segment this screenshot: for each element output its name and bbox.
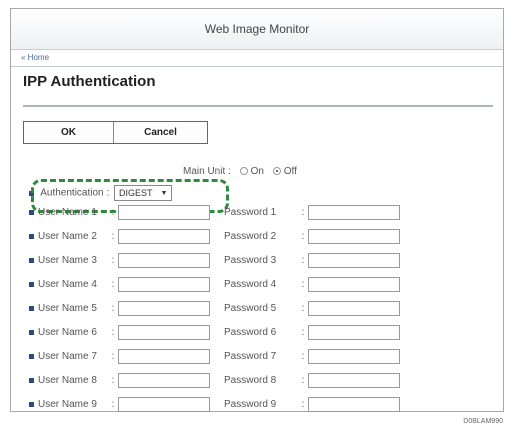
divider	[11, 66, 503, 67]
user-row: User Name 2: Password 2:	[29, 229, 400, 244]
cancel-button[interactable]: Cancel	[114, 122, 207, 143]
user-row: User Name 7: Password 7:	[29, 349, 400, 364]
user-name-input[interactable]	[118, 301, 210, 316]
user-name-label: User Name 3	[38, 255, 97, 267]
colon: :	[111, 207, 115, 219]
user-name-input[interactable]	[118, 205, 210, 220]
password-input[interactable]	[308, 229, 400, 244]
colon: :	[111, 327, 115, 339]
colon: :	[111, 351, 115, 363]
bullet-icon	[29, 234, 34, 239]
password-input[interactable]	[308, 205, 400, 220]
colon: :	[111, 399, 115, 411]
bullet-icon	[29, 210, 34, 215]
colon: :	[301, 279, 305, 291]
window-title: Web Image Monitor	[11, 9, 503, 50]
user-name-label: User Name 5	[38, 303, 97, 315]
bullet-icon	[29, 402, 34, 407]
password-label: Password 7	[224, 351, 277, 363]
bullet-icon	[29, 354, 34, 359]
bullet-icon	[29, 258, 34, 263]
user-row: User Name 9: Password 9:	[29, 397, 400, 412]
password-input[interactable]	[308, 325, 400, 340]
user-name-label: User Name 1	[38, 207, 97, 219]
colon: :	[301, 231, 305, 243]
password-input[interactable]	[308, 397, 400, 412]
colon: :	[301, 375, 305, 387]
ok-button[interactable]: OK	[24, 122, 114, 143]
password-label: Password 2	[224, 231, 277, 243]
password-input[interactable]	[308, 301, 400, 316]
colon: :	[301, 351, 305, 363]
user-name-input[interactable]	[118, 325, 210, 340]
radio-on[interactable]	[239, 167, 248, 176]
colon: :	[111, 255, 115, 267]
user-name-label: User Name 9	[38, 399, 97, 411]
bullet-icon	[29, 378, 34, 383]
radio-off[interactable]	[272, 167, 281, 176]
colon: :	[111, 279, 115, 291]
user-name-input[interactable]	[118, 277, 210, 292]
password-label: Password 5	[224, 303, 277, 315]
radio-on-label: On	[250, 166, 264, 177]
user-name-input[interactable]	[118, 397, 210, 412]
colon: :	[111, 303, 115, 315]
browser-frame: Web Image Monitor « Home IPP Authenticat…	[10, 8, 504, 412]
colon: :	[301, 255, 305, 267]
radio-off-label: Off	[283, 166, 297, 177]
user-name-input[interactable]	[118, 373, 210, 388]
user-row: User Name 5: Password 5:	[29, 301, 400, 316]
user-name-input[interactable]	[118, 229, 210, 244]
user-name-label: User Name 6	[38, 327, 97, 339]
main-unit-label: Main Unit :	[183, 166, 231, 177]
password-input[interactable]	[308, 277, 400, 292]
bullet-icon	[29, 306, 34, 311]
user-name-label: User Name 8	[38, 375, 97, 387]
colon: :	[301, 399, 305, 411]
user-name-label: User Name 7	[38, 351, 97, 363]
password-label: Password 6	[224, 327, 277, 339]
password-input[interactable]	[308, 373, 400, 388]
title-separator	[23, 105, 493, 107]
user-row: User Name 6: Password 6:	[29, 325, 400, 340]
password-input[interactable]	[308, 253, 400, 268]
password-label: Password 1	[224, 207, 277, 219]
action-buttons: OK Cancel	[23, 121, 208, 144]
password-label: Password 4	[224, 279, 277, 291]
user-row: User Name 4: Password 4:	[29, 277, 400, 292]
bullet-icon	[29, 330, 34, 335]
password-label: Password 3	[224, 255, 277, 267]
password-label: Password 8	[224, 375, 277, 387]
password-label: Password 9	[224, 399, 277, 411]
user-name-input[interactable]	[118, 253, 210, 268]
colon: :	[111, 231, 115, 243]
colon: :	[301, 303, 305, 315]
user-name-label: User Name 4	[38, 279, 97, 291]
colon: :	[301, 327, 305, 339]
user-name-label: User Name 2	[38, 231, 97, 243]
colon: :	[111, 375, 115, 387]
user-row: User Name 3: Password 3:	[29, 253, 400, 268]
user-row: User Name 8: Password 8:	[29, 373, 400, 388]
colon: :	[301, 207, 305, 219]
user-row: User Name 1: Password 1:	[29, 205, 400, 220]
password-input[interactable]	[308, 349, 400, 364]
user-name-input[interactable]	[118, 349, 210, 364]
main-unit-row: Main Unit : On Off	[183, 166, 297, 177]
figure-id: D0BLAM990	[463, 418, 503, 425]
bullet-icon	[29, 282, 34, 287]
home-link[interactable]: « Home	[21, 53, 49, 62]
page-title: IPP Authentication	[23, 73, 156, 90]
